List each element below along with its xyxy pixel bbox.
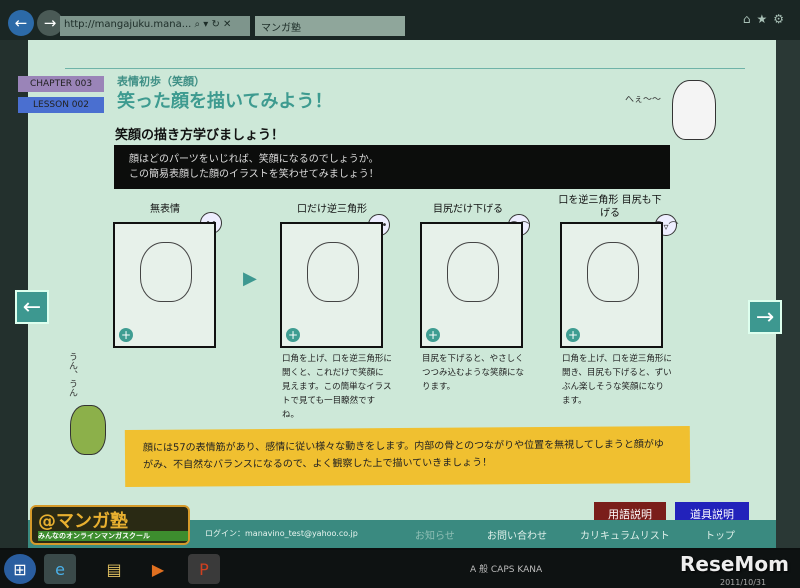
intro-line: 顔はどのパーツをいじれば、笑顔になるのでしょうか。 [129, 154, 379, 165]
face-panel: + [420, 222, 523, 348]
rabbit-speech: へぇ〜〜 [625, 95, 662, 105]
zoom-plus-button[interactable]: + [119, 328, 133, 342]
panel-description: 目尻を下げると、やさしくつつみ込むような笑顔になります。 [422, 354, 525, 392]
ruler-line [65, 68, 745, 69]
turtle-character [70, 405, 106, 455]
face-illustration [307, 242, 359, 302]
clock-date: 2011/10/31 [720, 578, 767, 587]
logo-text: @マンガ塾 [38, 511, 128, 532]
face-panel: + [560, 222, 663, 348]
right-border [776, 40, 800, 548]
turtle-speech: うん、うん [67, 352, 77, 397]
ie-taskbar-icon[interactable]: e [44, 554, 76, 584]
watermark: ReseMom [680, 552, 789, 576]
panel-label: 口を逆三角形 目尻も下げる [558, 195, 662, 219]
footer-link-top[interactable]: トップ [705, 527, 735, 542]
next-page-button[interactable]: → [748, 300, 782, 334]
powerpoint-taskbar-icon[interactable]: P [188, 554, 220, 584]
lesson-badge: LESSON 002 [18, 97, 104, 113]
explorer-taskbar-icon[interactable]: ▤ [98, 554, 130, 584]
chapter-badge: CHAPTER 003 [18, 76, 104, 92]
url-text: http://mangajuku.mana... [64, 19, 192, 30]
address-bar[interactable]: http://mangajuku.mana... ⌕ ▾ ↻ ✕ [60, 16, 250, 36]
zoom-plus-button[interactable]: + [566, 328, 580, 342]
face-illustration [587, 242, 639, 302]
browser-tab[interactable]: マンガ塾 [255, 16, 405, 36]
panel-label: 目尻だけ下げる [433, 204, 503, 215]
address-controls[interactable]: ⌕ ▾ ↻ ✕ [195, 19, 232, 30]
site-logo[interactable]: @マンガ塾 みんなのオンラインマンガスクール [30, 505, 190, 545]
face-panel: + [280, 222, 383, 348]
rabbit-character [672, 80, 716, 140]
footer-link-news[interactable]: お知らせ [415, 527, 455, 542]
footer-link-curriculum[interactable]: カリキュラムリスト [580, 527, 670, 542]
next-step-arrow-icon: ▶ [243, 268, 257, 289]
system-tray[interactable]: A 般 CAPS KANA [470, 562, 542, 575]
face-panel: + [113, 222, 216, 348]
face-illustration [140, 242, 192, 302]
intro-box: 顔はどのパーツをいじれば、笑顔になるのでしょうか。 この簡易表顔した顔のイラスト… [114, 145, 670, 189]
panel-description: 口角を上げ、口を逆三角形に開くと、これだけで笑顔に見えます。この簡単なイラストで… [282, 354, 392, 420]
zoom-plus-button[interactable]: + [426, 328, 440, 342]
login-info: ログイン：manavino_test@yahoo.co.jp [205, 529, 358, 538]
tip-note: 顔には57の表情筋があり、感情に従い様々な動きをします。内部の骨とのつながりや位… [124, 426, 691, 487]
media-player-taskbar-icon[interactable]: ▶ [142, 554, 174, 584]
prev-page-button[interactable]: ← [15, 290, 49, 324]
page-title: 笑った顔を描いてみよう！ [117, 91, 333, 112]
intro-line: この簡易表顔した顔のイラストを笑わせてみましょう！ [129, 169, 379, 180]
logo-tagline: みんなのオンラインマンガスクール [38, 531, 188, 541]
start-button[interactable]: ⊞ [4, 554, 36, 584]
footer-link-contact[interactable]: お問い合わせ [487, 527, 547, 542]
browser-tools[interactable]: ⌂★⚙ [743, 12, 790, 26]
section-heading: 笑顔の描き方学びましょう！ [115, 128, 285, 143]
panel-description: 口角を上げ、口を逆三角形に開き、目尻も下げると、ずいぶん楽しそうな笑顔になります… [562, 354, 672, 406]
zoom-plus-button[interactable]: + [286, 328, 300, 342]
tab-title: マンガ塾 [261, 23, 301, 34]
face-illustration [447, 242, 499, 302]
back-button[interactable]: ← [8, 10, 34, 36]
